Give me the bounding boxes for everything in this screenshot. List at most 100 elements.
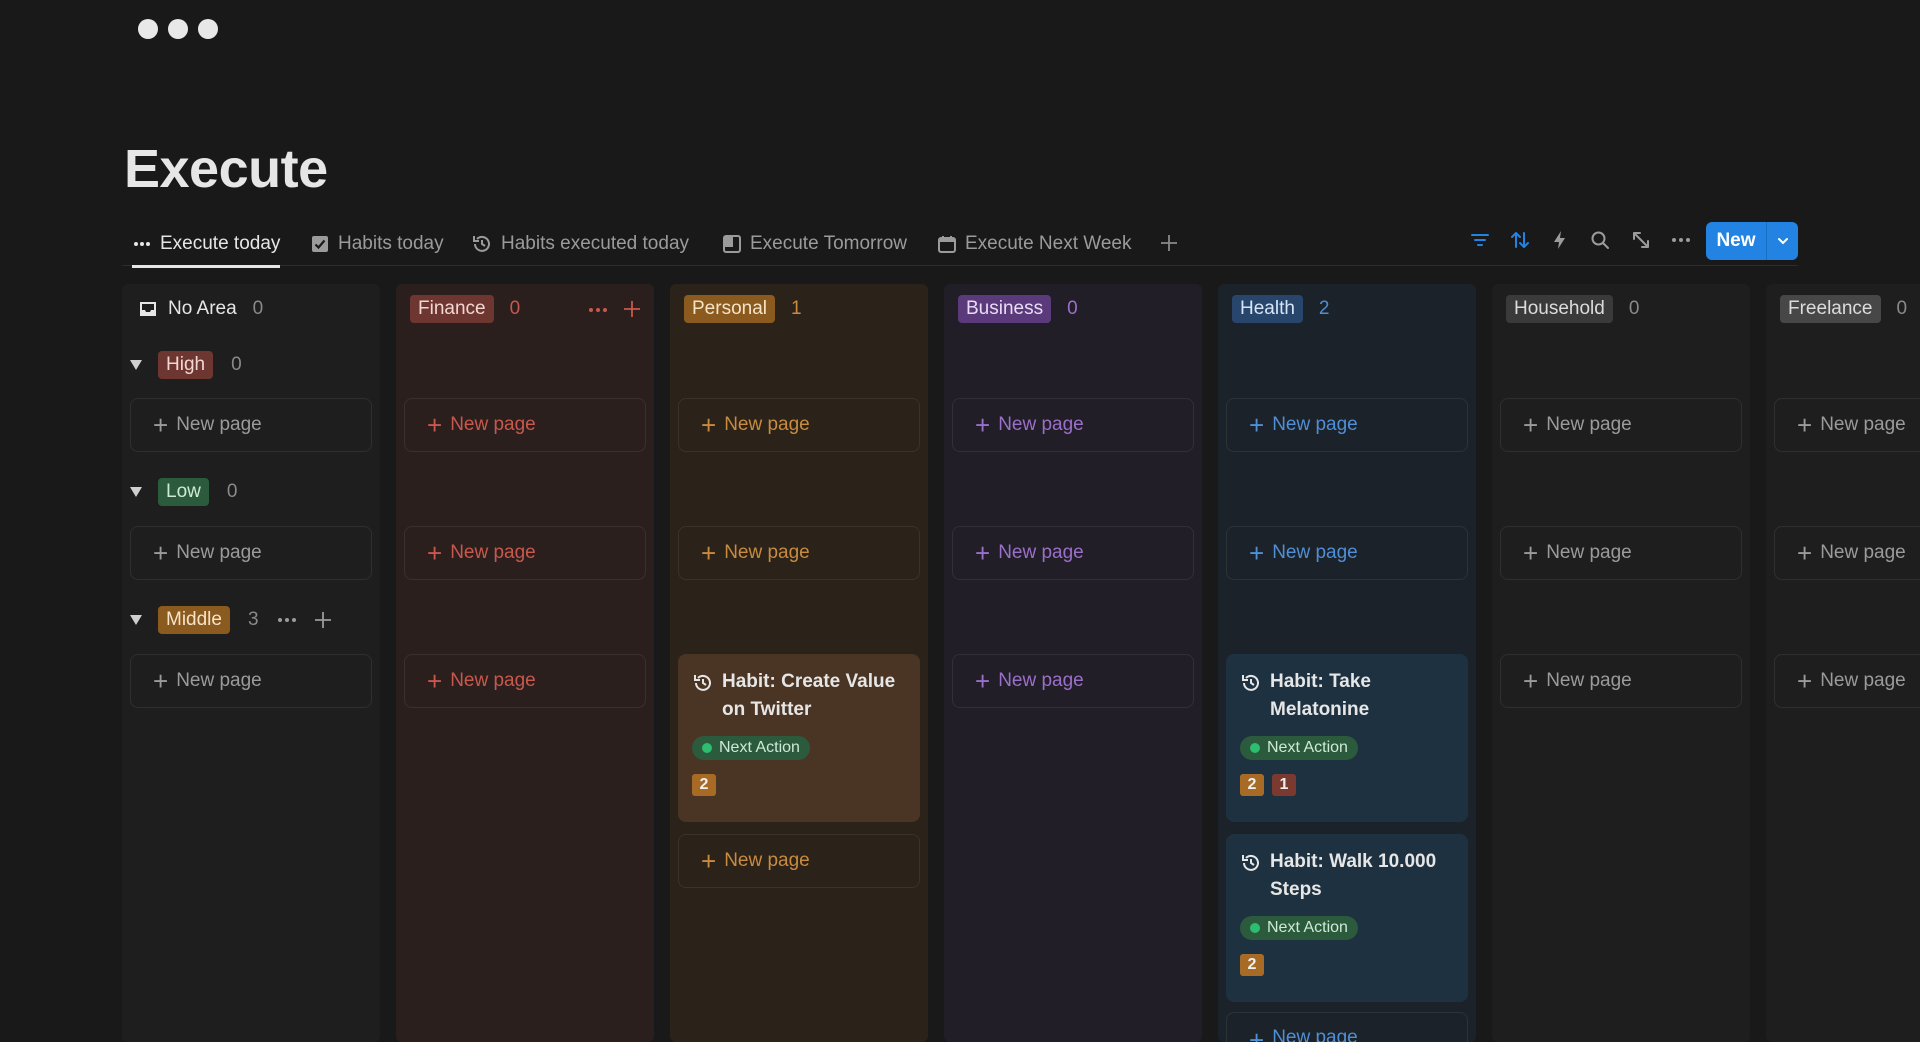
plus-icon: + bbox=[427, 538, 443, 568]
new-page-label: New page bbox=[1820, 414, 1906, 435]
tab-habits-today[interactable]: Habits today bbox=[310, 222, 444, 266]
status-badge: Next Action bbox=[692, 736, 810, 760]
card-habit-take-melatonine[interactable]: Habit: Take Melatonine Next Action 2 1 bbox=[1226, 654, 1468, 822]
column-count: 2 bbox=[1318, 298, 1330, 319]
plus-icon: + bbox=[1523, 666, 1539, 696]
new-page-button[interactable]: + New page bbox=[404, 526, 646, 580]
filter-button[interactable] bbox=[1466, 226, 1494, 254]
tab-label: Execute Next Week bbox=[965, 233, 1132, 254]
column-header-finance[interactable]: Finance 0 bbox=[410, 284, 520, 334]
new-button[interactable]: New bbox=[1706, 222, 1798, 260]
new-page-button[interactable]: + New page bbox=[1774, 526, 1920, 580]
new-page-label: New page bbox=[1546, 542, 1632, 563]
status-label: Next Action bbox=[1267, 739, 1348, 756]
column-header-household[interactable]: Household 0 bbox=[1506, 284, 1639, 334]
new-page-label: New page bbox=[1272, 542, 1358, 563]
column-tag: Personal bbox=[684, 295, 775, 323]
group-add-button[interactable] bbox=[311, 608, 335, 632]
new-page-button[interactable]: + New page bbox=[1500, 526, 1742, 580]
new-page-button[interactable]: + New page bbox=[952, 398, 1194, 452]
history-icon bbox=[471, 233, 493, 255]
column-count: 0 bbox=[1067, 298, 1078, 319]
group-header-high[interactable]: High 0 bbox=[130, 348, 242, 382]
new-page-button[interactable]: + New page bbox=[1774, 398, 1920, 452]
column-header-freelance[interactable]: Freelance 0 bbox=[1780, 284, 1907, 334]
new-page-button[interactable]: + New page bbox=[130, 526, 372, 580]
new-page-label: New page bbox=[176, 670, 262, 691]
new-page-label: New page bbox=[1272, 414, 1358, 435]
plus-icon: + bbox=[1249, 1025, 1265, 1042]
search-icon bbox=[1591, 231, 1609, 249]
new-page-label: New page bbox=[724, 414, 810, 435]
plus-icon: + bbox=[701, 538, 717, 568]
group-tag: Low bbox=[158, 478, 209, 506]
status-dot-icon bbox=[1250, 923, 1260, 933]
column-add-button[interactable] bbox=[620, 297, 644, 321]
column-tag: Freelance bbox=[1780, 295, 1881, 323]
new-page-label: New page bbox=[1820, 542, 1906, 563]
plus-icon: + bbox=[1523, 410, 1539, 440]
new-page-button[interactable]: + New page bbox=[1226, 526, 1468, 580]
sort-button[interactable] bbox=[1506, 226, 1534, 254]
new-page-button[interactable]: + New page bbox=[678, 398, 920, 452]
card-habit-create-value-twitter[interactable]: Habit: Create Value on Twitter Next Acti… bbox=[678, 654, 920, 822]
new-button-label: New bbox=[1716, 230, 1756, 251]
group-more-button[interactable] bbox=[275, 608, 299, 632]
tab-habits-executed-today[interactable]: Habits executed today bbox=[471, 222, 689, 266]
new-page-button[interactable]: + New page bbox=[404, 398, 646, 452]
new-page-label: New page bbox=[998, 670, 1084, 691]
status-dot-icon bbox=[702, 743, 712, 753]
plus-icon: + bbox=[427, 410, 443, 440]
plus-icon: + bbox=[1249, 538, 1265, 568]
new-page-button[interactable]: + New page bbox=[1500, 398, 1742, 452]
collapse-triangle-icon[interactable] bbox=[130, 615, 142, 625]
more-options-button[interactable] bbox=[1667, 226, 1695, 254]
plus-icon: + bbox=[975, 410, 991, 440]
window-minimize-dot[interactable] bbox=[168, 19, 188, 39]
new-page-button[interactable]: + New page bbox=[130, 654, 372, 708]
new-page-button[interactable]: + New page bbox=[1226, 1012, 1468, 1042]
plus-icon: + bbox=[975, 666, 991, 696]
column-more-button[interactable] bbox=[586, 298, 610, 322]
new-page-button[interactable]: + New page bbox=[678, 834, 920, 888]
group-header-low[interactable]: Low 0 bbox=[130, 475, 237, 509]
column-header-no-area[interactable]: No Area 0 bbox=[138, 284, 263, 334]
new-page-label: New page bbox=[176, 542, 262, 563]
collapse-triangle-icon[interactable] bbox=[130, 360, 142, 370]
tab-execute-tomorrow[interactable]: Execute Tomorrow bbox=[722, 222, 907, 266]
new-page-button[interactable]: + New page bbox=[130, 398, 372, 452]
plus-icon: + bbox=[153, 410, 169, 440]
column-count: 0 bbox=[1628, 298, 1640, 319]
new-page-button[interactable]: + New page bbox=[678, 526, 920, 580]
new-page-button[interactable]: + New page bbox=[952, 654, 1194, 708]
card-title: Habit: Walk 10.000 Steps bbox=[1270, 851, 1437, 900]
search-button[interactable] bbox=[1586, 226, 1614, 254]
expand-button[interactable] bbox=[1627, 226, 1655, 254]
new-page-button[interactable]: + New page bbox=[1774, 654, 1920, 708]
tab-execute-next-week[interactable]: Execute Next Week bbox=[937, 222, 1132, 266]
card-habit-walk-steps[interactable]: Habit: Walk 10.000 Steps Next Action 2 bbox=[1226, 834, 1468, 1002]
group-count: 3 bbox=[247, 609, 259, 630]
window-maximize-dot[interactable] bbox=[198, 19, 218, 39]
new-page-button[interactable]: + New page bbox=[952, 526, 1194, 580]
column-count: 0 bbox=[252, 298, 264, 319]
column-header-business[interactable]: Business 0 bbox=[958, 284, 1078, 334]
window-close-dot[interactable] bbox=[138, 19, 158, 39]
new-page-button[interactable]: + New page bbox=[1500, 654, 1742, 708]
new-page-label: New page bbox=[176, 414, 262, 435]
automations-button[interactable] bbox=[1546, 226, 1574, 254]
new-page-button[interactable]: + New page bbox=[1226, 398, 1468, 452]
new-options-button[interactable] bbox=[1767, 234, 1798, 248]
new-page-label: New page bbox=[450, 670, 536, 691]
new-page-button[interactable]: + New page bbox=[404, 654, 646, 708]
plus-icon: + bbox=[1249, 410, 1265, 440]
add-view-button[interactable] bbox=[1156, 230, 1182, 256]
column-header-personal[interactable]: Personal 1 bbox=[684, 284, 802, 334]
card-title: Habit: Take Melatonine bbox=[1270, 671, 1372, 720]
plus-icon: + bbox=[153, 666, 169, 696]
tab-execute-today[interactable]: Execute today bbox=[132, 222, 281, 268]
column-header-health[interactable]: Health 2 bbox=[1232, 284, 1330, 334]
group-header-middle[interactable]: Middle 3 bbox=[130, 603, 335, 637]
collapse-triangle-icon[interactable] bbox=[130, 487, 142, 497]
status-badge: Next Action bbox=[1240, 736, 1358, 760]
